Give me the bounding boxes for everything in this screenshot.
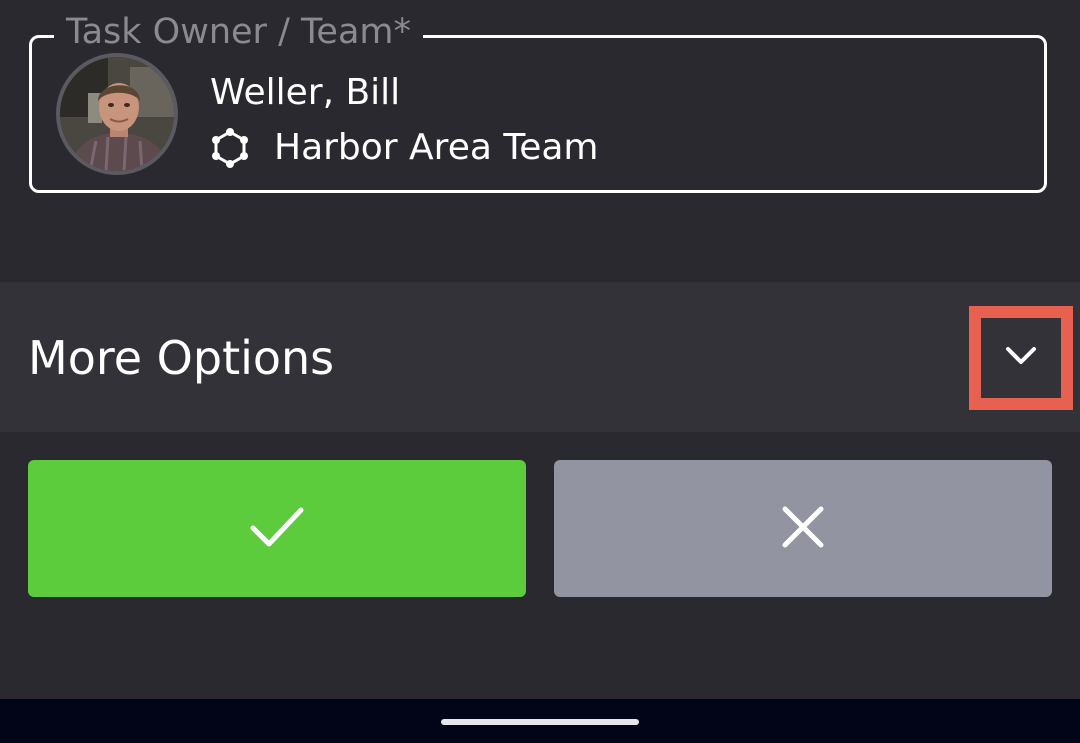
avatar bbox=[56, 53, 178, 175]
cancel-button[interactable] bbox=[554, 460, 1052, 597]
owner-name: Weller, Bill bbox=[210, 72, 401, 113]
task-owner-legend: Task Owner / Team* bbox=[54, 10, 423, 54]
user-photo bbox=[60, 57, 174, 171]
expand-more-options-button[interactable] bbox=[969, 306, 1073, 410]
home-indicator[interactable] bbox=[441, 719, 639, 725]
team-row: Harbor Area Team bbox=[210, 126, 599, 170]
confirm-button[interactable] bbox=[28, 460, 526, 597]
chevron-down-icon bbox=[1001, 336, 1041, 380]
team-name: Harbor Area Team bbox=[274, 127, 599, 168]
task-owner-field[interactable]: Task Owner / Team* Weller, Bill Harbor A… bbox=[29, 10, 1047, 193]
team-network-icon bbox=[210, 128, 250, 168]
system-navigation-bar bbox=[0, 699, 1080, 743]
close-icon bbox=[781, 505, 825, 553]
more-options-bar[interactable]: More Options bbox=[0, 282, 1080, 432]
check-icon bbox=[249, 504, 305, 554]
task-editor-screen: Task Owner / Team* Weller, Bill Harbor A… bbox=[0, 0, 1080, 743]
more-options-label: More Options bbox=[28, 331, 335, 385]
